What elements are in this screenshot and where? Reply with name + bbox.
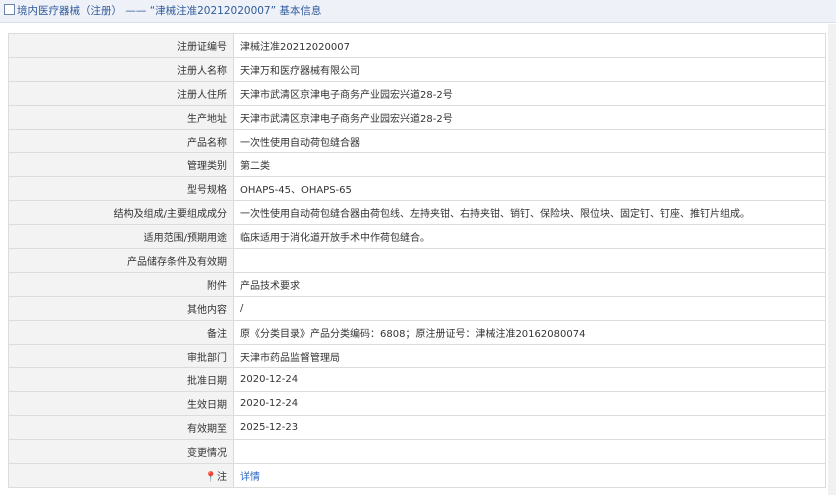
- field-value: 临床适用于消化道开放手术中作荷包缝合。: [233, 224, 826, 250]
- header-prefix: 境内医疗器械（注册）: [17, 5, 122, 17]
- note-row: 📍注 详情: [8, 463, 826, 488]
- details-link[interactable]: 详情: [240, 472, 260, 483]
- field-label: 注册人住所: [8, 80, 234, 106]
- field-value: 一次性使用自动荷包缝合器由荷包线、左持夹钳、右持夹钳、销钉、保险块、限位块、固定…: [233, 200, 826, 226]
- table-row: 注册人名称 天津万和医疗器械有限公司: [8, 56, 826, 82]
- table-row: 附件 产品技术要求: [8, 271, 826, 297]
- field-value: 天津市药品监督管理局: [233, 343, 826, 369]
- field-label: 注册证编号: [8, 33, 234, 58]
- table-row: 结构及组成/主要组成成分 一次性使用自动荷包缝合器由荷包线、左持夹钳、右持夹钳、销…: [8, 200, 826, 226]
- field-label: 管理类别: [8, 152, 234, 178]
- table-row: 产品储存条件及有效期: [8, 248, 826, 273]
- note-label-cell: 📍注: [8, 463, 234, 488]
- field-label: 备注: [8, 319, 234, 345]
- note-value-cell: 详情: [233, 463, 826, 488]
- table-row: 管理类别 第二类: [8, 152, 826, 178]
- field-value: [233, 439, 826, 465]
- field-value: 一次性使用自动荷包缝合器: [233, 128, 826, 154]
- field-label: 变更情况: [8, 439, 234, 465]
- field-value: 津械注准20212020007: [233, 33, 826, 58]
- field-label: 生产地址: [8, 104, 234, 130]
- table-row: 注册证编号 津械注准20212020007: [8, 33, 826, 58]
- detail-panel: 注册证编号 津械注准20212020007 注册人名称 天津万和医疗器械有限公司 注…: [8, 33, 826, 493]
- table-row: 批准日期 2020-12-24: [8, 367, 826, 393]
- field-label: 产品名称: [8, 128, 234, 154]
- page-header: 境内医疗器械（注册） —— “津械注准20212020007” 基本信息: [0, 0, 836, 23]
- field-label: 批准日期: [8, 367, 234, 393]
- table-row: 审批部门 天津市药品监督管理局: [8, 343, 826, 369]
- table-row: 适用范围/预期用途 临床适用于消化道开放手术中作荷包缝合。: [8, 224, 826, 250]
- field-label: 生效日期: [8, 391, 234, 417]
- table-row: 变更情况: [8, 439, 826, 465]
- table-row: 备注 原《分类目录》产品分类编码：6808；原注册证号：津械注准201620800…: [8, 319, 826, 345]
- field-value: 2020-12-24: [233, 391, 826, 417]
- field-value: 第二类: [233, 152, 826, 178]
- field-label: 型号规格: [8, 176, 234, 202]
- table-row: 生效日期 2020-12-24: [8, 391, 826, 417]
- field-value: 天津市武清区京津电子商务产业园宏兴道28-2号: [233, 80, 826, 106]
- field-label: 产品储存条件及有效期: [8, 248, 234, 273]
- header-suffix: 基本信息: [279, 5, 322, 17]
- note-label: 注: [217, 471, 227, 483]
- detail-table: 注册证编号 津械注准20212020007 注册人名称 天津万和医疗器械有限公司 注…: [8, 33, 826, 488]
- header-record-title: “津械注准20212020007”: [149, 5, 277, 17]
- table-row: 型号规格 OHAPS-45、OHAPS-65: [8, 176, 826, 202]
- table-row: 产品名称 一次性使用自动荷包缝合器: [8, 128, 826, 154]
- field-label: 附件: [8, 271, 234, 297]
- pin-icon: 📍: [204, 471, 217, 483]
- field-label: 注册人名称: [8, 56, 234, 82]
- field-value: 天津万和医疗器械有限公司: [233, 56, 826, 82]
- header-separator: ——: [125, 5, 147, 17]
- table-row: 注册人住所 天津市武清区京津电子商务产业园宏兴道28-2号: [8, 80, 826, 106]
- field-value: 产品技术要求: [233, 271, 826, 297]
- table-row: 其他内容 /: [8, 295, 826, 321]
- table-row: 生产地址 天津市武清区京津电子商务产业园宏兴道28-2号: [8, 104, 826, 130]
- field-value: [233, 248, 826, 273]
- field-label: 审批部门: [8, 343, 234, 369]
- table-row: 有效期至 2025-12-23: [8, 415, 826, 441]
- document-icon: [4, 4, 15, 15]
- field-value: 2025-12-23: [233, 415, 826, 441]
- field-label: 其他内容: [8, 295, 234, 321]
- field-label: 有效期至: [8, 415, 234, 441]
- field-label: 结构及组成/主要组成成分: [8, 200, 234, 226]
- vertical-scrollbar[interactable]: [828, 24, 836, 495]
- field-label: 适用范围/预期用途: [8, 224, 234, 250]
- field-value: 天津市武清区京津电子商务产业园宏兴道28-2号: [233, 104, 826, 130]
- field-value: 2020-12-24: [233, 367, 826, 393]
- field-value: OHAPS-45、OHAPS-65: [233, 176, 826, 202]
- field-value: /: [233, 295, 826, 321]
- field-value: 原《分类目录》产品分类编码：6808；原注册证号：津械注准20162080074: [233, 319, 826, 345]
